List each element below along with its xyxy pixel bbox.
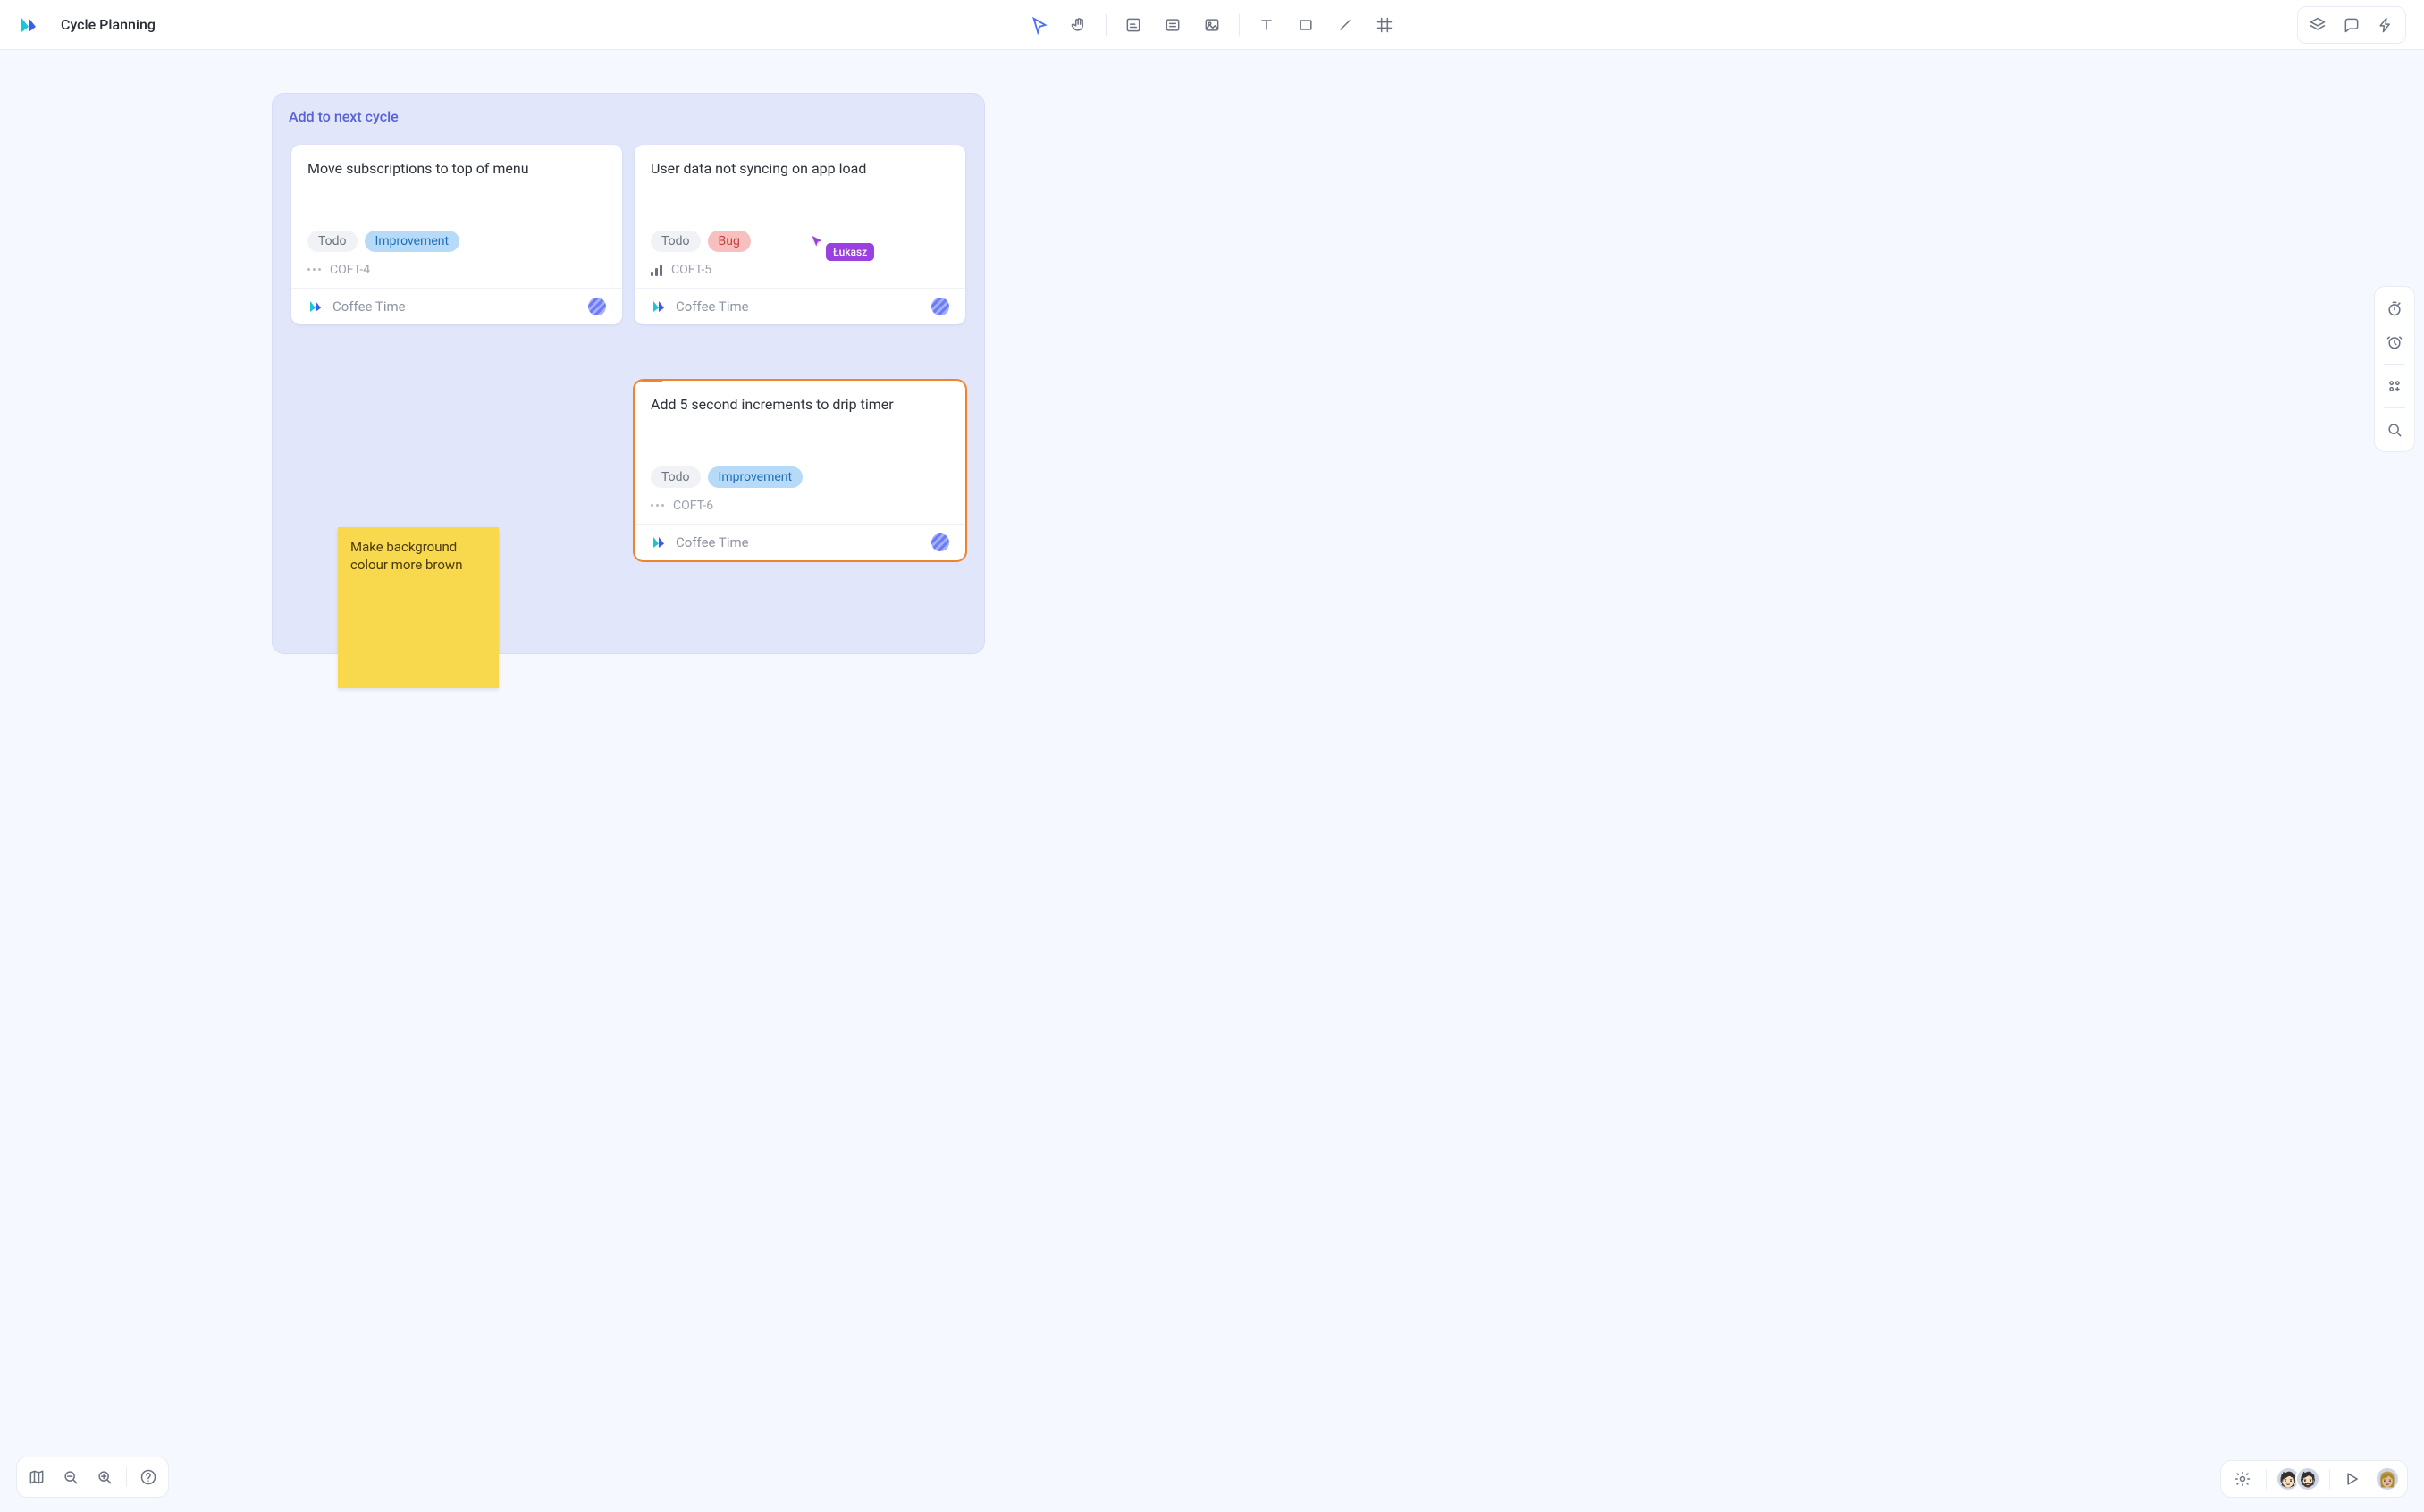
presence-avatar[interactable]: 🧔🏻 [2295, 1466, 2320, 1491]
section-title[interactable]: Add to next cycle [289, 108, 968, 125]
issue-id: COFT-6 [673, 499, 713, 513]
separator [2266, 1469, 2267, 1489]
separator [2329, 1469, 2330, 1489]
status-tag[interactable]: Todo [651, 466, 701, 488]
remote-cursor: Łukasz [810, 234, 874, 261]
layers-button[interactable] [2302, 9, 2334, 41]
text-tool[interactable] [1249, 7, 1284, 43]
status-tag[interactable]: Todo [651, 231, 701, 252]
note-tool[interactable] [1115, 7, 1151, 43]
priority-none-icon[interactable] [307, 268, 321, 271]
team-avatar-icon[interactable] [931, 298, 949, 315]
line-tool[interactable] [1327, 7, 1363, 43]
priority-none-icon[interactable] [651, 504, 664, 507]
zoom-out-button[interactable] [55, 1461, 87, 1493]
shape-tool[interactable] [1288, 7, 1324, 43]
separator [126, 1467, 127, 1487]
label-tag[interactable]: Improvement [365, 231, 460, 252]
board-title[interactable]: Cycle Planning [61, 16, 156, 33]
toolbar-separator [1106, 14, 1107, 36]
app-logo-icon [18, 14, 39, 36]
rail-separator [2384, 364, 2405, 365]
status-tag[interactable]: Todo [307, 231, 358, 252]
topbar-right-group [2297, 6, 2406, 44]
actions-button[interactable] [2369, 9, 2402, 41]
card-tool[interactable] [1155, 7, 1191, 43]
project-logo-icon [651, 534, 667, 550]
help-button[interactable] [132, 1461, 164, 1493]
presence-bar: 🧑🏻 🧔🏻 👩🏼 [2220, 1460, 2408, 1498]
issue-card-selected[interactable]: Kat Add 5 second increments to drip time… [635, 381, 965, 560]
card-title: Move subscriptions to top of menu [307, 159, 606, 179]
present-button[interactable] [2339, 1465, 2368, 1493]
toolbar-separator [1239, 14, 1240, 36]
toolbar [1022, 7, 1402, 43]
project-logo-icon [651, 298, 667, 315]
right-rail [2374, 286, 2415, 452]
selection-owner-tag: Kat [635, 381, 663, 382]
rail-separator [2384, 407, 2405, 408]
add-components-button[interactable] [2378, 370, 2411, 402]
priority-high-icon[interactable] [651, 264, 662, 276]
alarm-button[interactable] [2378, 326, 2411, 358]
minimap-button[interactable] [21, 1461, 53, 1493]
frame-tool[interactable] [1367, 7, 1402, 43]
image-tool[interactable] [1194, 7, 1230, 43]
cursor-icon [810, 234, 824, 248]
remote-cursor-label: Łukasz [826, 243, 874, 261]
card-title: Add 5 second increments to drip timer [651, 395, 949, 415]
select-tool[interactable] [1022, 7, 1057, 43]
view-controls [16, 1457, 169, 1498]
avatar-stack[interactable]: 🧑🏻 🧔🏻 [2276, 1466, 2320, 1491]
issue-card[interactable]: User data not syncing on app load Todo B… [635, 145, 965, 324]
self-avatar[interactable]: 👩🏼 [2375, 1466, 2400, 1491]
search-button[interactable] [2378, 414, 2411, 446]
project-name: Coffee Time [332, 298, 579, 315]
card-title: User data not syncing on app load [651, 159, 949, 179]
hand-tool[interactable] [1061, 7, 1097, 43]
issue-id: COFT-5 [671, 263, 711, 277]
label-tag[interactable]: Bug [708, 231, 751, 252]
team-avatar-icon[interactable] [931, 533, 949, 551]
stopwatch-button[interactable] [2378, 292, 2411, 324]
settings-button[interactable] [2228, 1465, 2257, 1493]
topbar: Cycle Planning [0, 0, 2424, 50]
canvas[interactable]: Add to next cycle Move subscriptions to … [0, 50, 2424, 1512]
project-name: Coffee Time [676, 534, 922, 550]
project-logo-icon [307, 298, 324, 315]
issue-card[interactable]: Move subscriptions to top of menu Todo I… [291, 145, 622, 324]
issue-id: COFT-4 [330, 263, 370, 277]
sticky-text: Make background colour more brown [350, 539, 462, 573]
comments-button[interactable] [2336, 9, 2368, 41]
label-tag[interactable]: Improvement [708, 466, 804, 488]
sticky-note[interactable]: Make background colour more brown [338, 527, 499, 688]
team-avatar-icon[interactable] [588, 298, 606, 315]
zoom-in-button[interactable] [88, 1461, 121, 1493]
project-name: Coffee Time [676, 298, 922, 315]
